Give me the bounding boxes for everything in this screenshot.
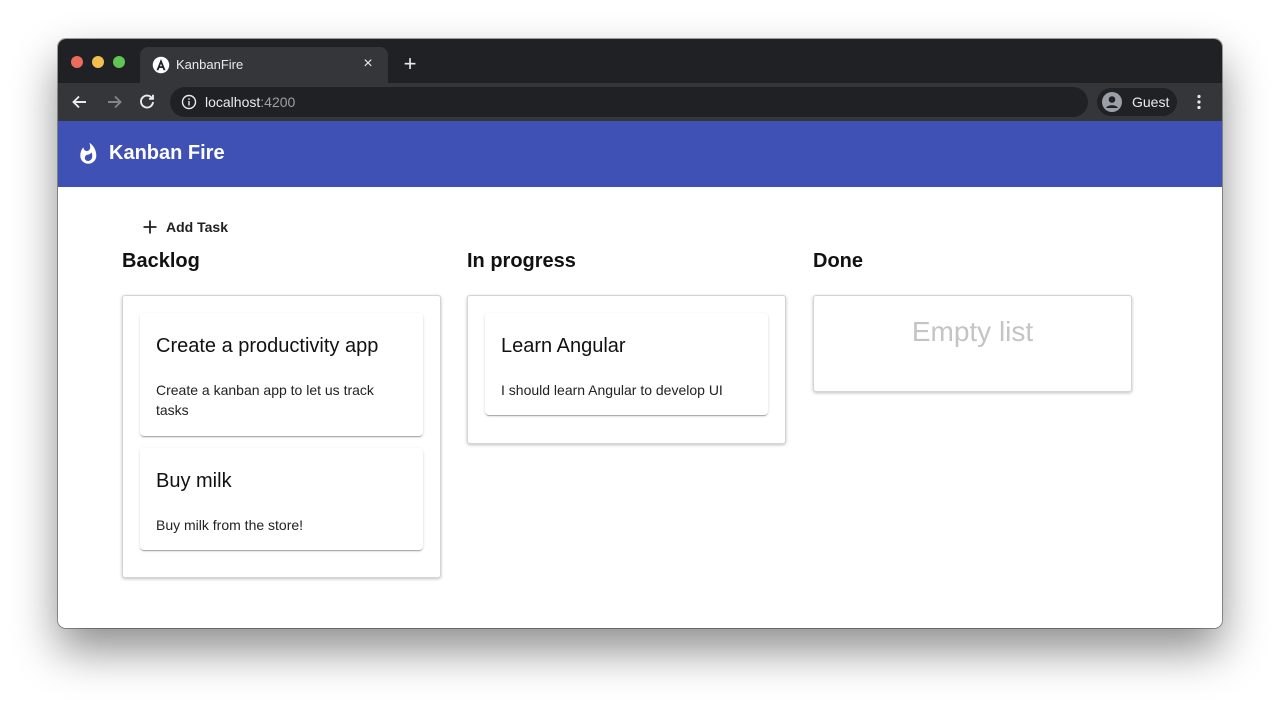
close-tab-icon[interactable]: × — [358, 54, 378, 74]
maximize-window-button[interactable] — [113, 56, 125, 68]
task-list-backlog: Create a productivity app Create a kanba… — [122, 295, 441, 578]
browser-titlebar: KanbanFire × + — [58, 39, 1222, 83]
profile-label: Guest — [1132, 94, 1170, 110]
add-task-label: Add Task — [166, 219, 228, 235]
back-arrow-icon[interactable] — [70, 92, 90, 112]
new-tab-button[interactable]: + — [398, 53, 422, 77]
app-toolbar: Kanban Fire — [58, 121, 1222, 187]
column-title-backlog: Backlog — [122, 250, 200, 272]
column-title-done: Done — [813, 250, 863, 272]
task-list-done: Empty list — [813, 295, 1132, 392]
close-window-button[interactable] — [71, 56, 83, 68]
more-vert-icon[interactable] — [1189, 92, 1209, 112]
tab-title: KanbanFire — [176, 57, 244, 72]
empty-list-label: Empty list — [911, 316, 1034, 347]
account-icon — [1102, 92, 1122, 112]
task-card[interactable]: Learn Angular I should learn Angular to … — [485, 313, 768, 415]
address-bar[interactable]: localhost:4200 — [170, 87, 1088, 117]
task-card[interactable]: Buy milk Buy milk from the store! — [140, 448, 423, 550]
reload-icon[interactable] — [137, 92, 157, 112]
task-title: Create a productivity app — [156, 335, 379, 357]
browser-tab[interactable]: KanbanFire × — [140, 47, 388, 83]
url-port: :4200 — [260, 94, 296, 110]
browser-toolbar: localhost:4200 Guest — [58, 83, 1222, 121]
fire-icon — [80, 142, 97, 164]
task-card[interactable]: Create a productivity app Create a kanba… — [140, 313, 423, 436]
board: Add Task Backlog Create a productivity a… — [58, 187, 1222, 628]
task-description: Create a kanban app to let us track task… — [156, 382, 374, 418]
minimize-window-button[interactable] — [92, 56, 104, 68]
url-host: localhost — [205, 94, 261, 110]
plus-icon — [143, 220, 157, 234]
column-title-in-progress: In progress — [467, 250, 576, 272]
angular-icon — [152, 56, 170, 74]
profile-button[interactable]: Guest — [1097, 88, 1177, 116]
url-text: localhost:4200 — [205, 94, 295, 110]
add-task-button[interactable]: Add Task — [142, 215, 228, 239]
browser-window: KanbanFire × + localhost:4200 Guest Kanb… — [58, 39, 1222, 628]
info-icon[interactable] — [181, 94, 197, 110]
task-title: Buy milk — [156, 470, 232, 492]
forward-arrow-icon[interactable] — [104, 92, 124, 112]
task-list-in-progress: Learn Angular I should learn Angular to … — [467, 295, 786, 444]
task-description: I should learn Angular to develop UI — [501, 382, 723, 398]
app-title: Kanban Fire — [109, 142, 225, 164]
task-description: Buy milk from the store! — [156, 517, 304, 533]
task-title: Learn Angular — [501, 335, 626, 357]
